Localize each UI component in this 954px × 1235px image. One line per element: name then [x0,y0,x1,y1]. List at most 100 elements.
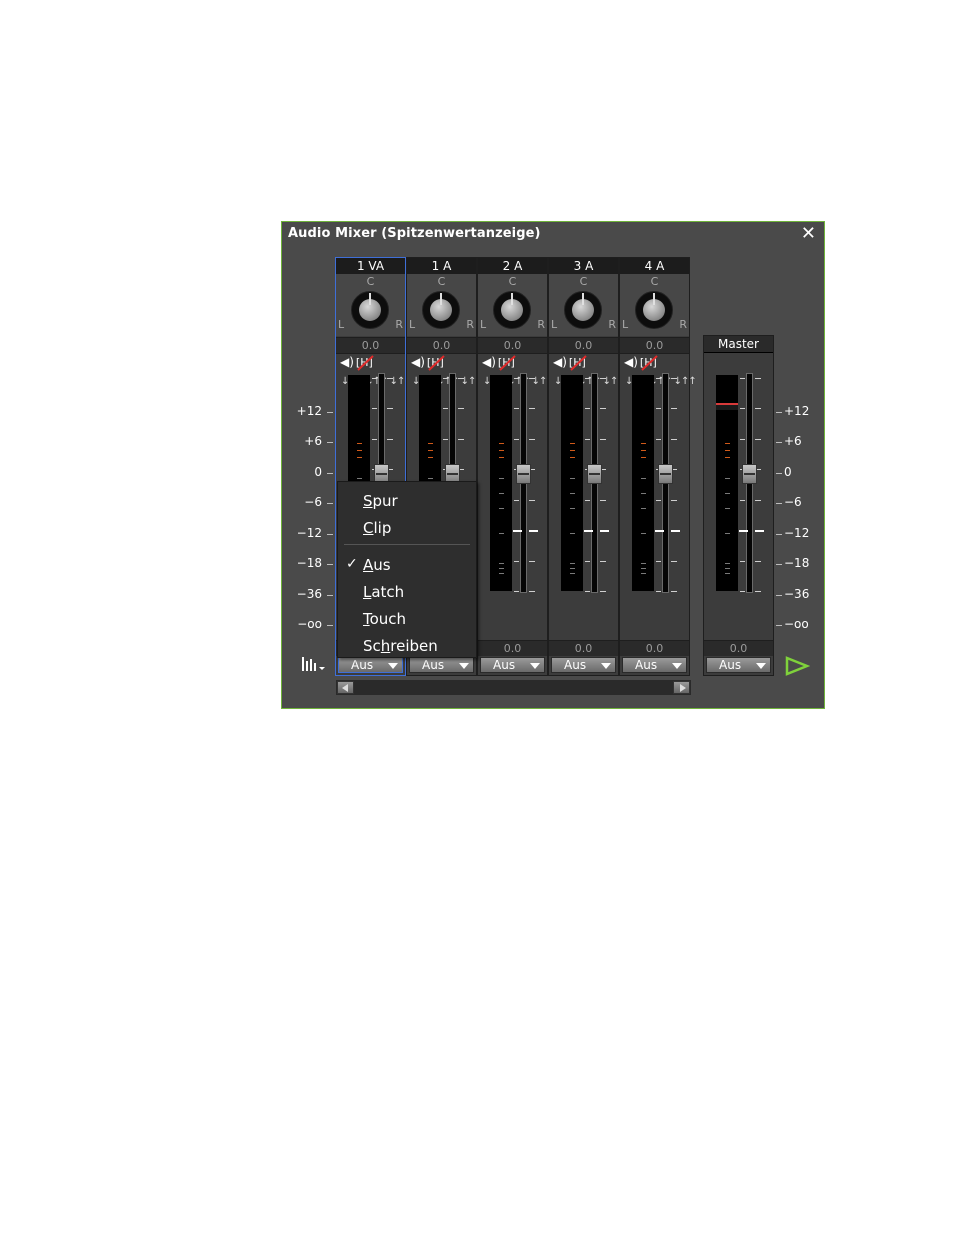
menu-accel: C [363,519,374,537]
meter-tick [641,478,646,479]
fader-tick [740,408,745,409]
speaker-icon[interactable]: ◀) [340,355,354,369]
pan-section: C L R [478,274,547,336]
speaker-icon[interactable]: ◀) [411,355,425,369]
meter-tick [357,478,362,479]
scroll-left-button[interactable] [337,681,354,694]
pan-knob-pointer [369,293,371,305]
menu-accel: h [380,637,391,655]
channel-switches: ◀) [H] [340,355,400,371]
fader-knob[interactable] [516,464,531,484]
volume-value[interactable]: 0.0 [478,640,547,656]
pan-right-label: R [466,318,474,331]
pan-knob[interactable] [351,291,389,329]
pan-value[interactable]: 0.0 [478,337,547,354]
meter-tick [499,493,504,494]
menu-label: us [373,556,391,574]
pan-knob[interactable] [422,291,460,329]
menu-item-latch[interactable]: Latch [363,583,404,601]
level-meter [561,375,583,591]
fader-tick [600,439,606,440]
speaker-icon[interactable]: ◀) [482,355,496,369]
meter-tick [641,573,646,574]
scroll-right-button[interactable] [673,681,690,694]
menu-item-touch[interactable]: Touch [363,610,406,628]
automation-dropdown[interactable]: Aus [622,657,687,673]
master-strip: Master 0.0 Aus [703,335,774,676]
fader-tick [740,500,745,501]
mixer-options-icon[interactable] [301,654,329,674]
pan-knob[interactable] [635,291,673,329]
fader-tick [513,530,522,532]
pan-value[interactable]: 0.0 [549,337,618,354]
master-automation-dropdown[interactable]: Aus [706,657,771,673]
scale-label: 0 [784,465,792,479]
fader-tick [514,500,519,501]
channel-name: 3 A [549,258,618,275]
automation-dropdown[interactable]: Aus [551,657,616,673]
menu-item-aus[interactable]: Aus [363,556,391,574]
scale-tick [327,442,333,443]
menu-item-schreiben[interactable]: Schreiben [363,637,438,655]
scale-tick [327,625,333,626]
pan-left-label: L [551,318,558,331]
scale-tick [327,595,333,596]
pan-value[interactable]: 0.0 [407,337,476,354]
meter-tick [570,450,575,451]
scale-tick [776,412,782,413]
channel-switches: ◀) [H] [624,355,684,371]
pan-center-label: C [508,275,517,288]
fader-knob[interactable] [587,464,602,484]
master-fader-knob[interactable] [742,464,757,484]
chevron-down-icon [756,663,766,669]
fader-tick [372,439,377,440]
master-volume-value[interactable]: 0.0 [704,640,773,656]
pan-value[interactable]: 0.0 [620,337,689,354]
pan-knob[interactable] [493,291,531,329]
play-output-icon[interactable] [784,655,811,677]
scale-tick [776,534,782,535]
scale-tick [776,473,782,474]
fader-tick [740,439,745,440]
meter-tick [499,457,504,458]
automation-dropdown[interactable]: Aus [480,657,545,673]
speaker-icon[interactable]: ◀) [553,355,567,369]
channel-name: 2 A [478,258,547,275]
menu-item-clip[interactable]: Clip [363,519,391,537]
pan-section: C L R [549,274,618,336]
volume-value[interactable]: 0.0 [549,640,618,656]
fader-tick [671,591,677,592]
menu-item-spur[interactable]: Spur [363,492,398,510]
meter-tick [725,478,730,479]
scale-label: −12 [296,526,322,540]
channel-switches: ◀) [H] [482,355,542,371]
meter-tick [570,493,575,494]
meter-tick [641,508,646,509]
pan-knob[interactable] [564,291,602,329]
automation-dropdown[interactable]: Aus [338,657,403,673]
scale-label: −6 [304,495,322,509]
scale-label: −18 [296,556,322,570]
fader-tick [656,408,661,409]
menu-label: pur [372,492,398,510]
channel-scrollbar[interactable] [336,680,691,695]
fader-tick [755,378,761,379]
title-bar[interactable]: Audio Mixer (Spitzenwertanzeige) ✕ [282,222,824,246]
close-icon[interactable]: ✕ [801,223,816,244]
meter-tick [357,443,362,444]
fader-knob[interactable] [658,464,673,484]
pan-value[interactable]: 0.0 [336,337,405,354]
meter-tick [725,508,730,509]
fader-tick [740,591,745,592]
fader-tick [671,378,677,379]
speaker-icon[interactable]: ◀) [624,355,638,369]
automation-dropdown[interactable]: Aus [409,657,474,673]
meter-tick [725,568,730,569]
peak-indicator [716,403,738,410]
pan-left-label: L [622,318,629,331]
fader-tick [585,591,590,592]
volume-value[interactable]: 0.0 [620,640,689,656]
level-meter [490,375,512,591]
pan-section: C L R [407,274,476,336]
menu-separator [344,544,470,545]
